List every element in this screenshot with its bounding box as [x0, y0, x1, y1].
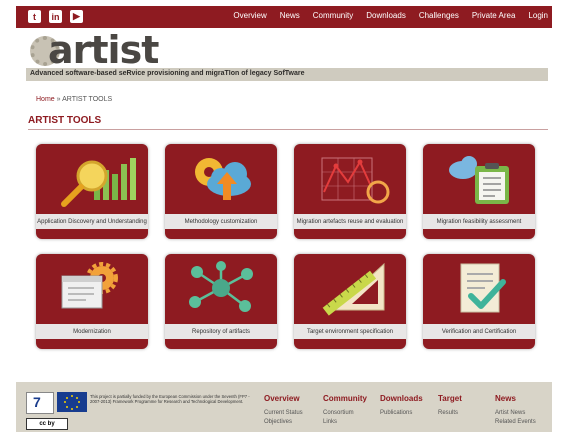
nav-downloads[interactable]: Downloads — [366, 11, 406, 20]
footer-heading[interactable]: News — [495, 394, 536, 403]
window-gear-icon — [61, 262, 118, 309]
top-navigation-bar: t in ▶ Overview News Community Downloads… — [16, 6, 552, 28]
footer-column-overview: Overview Current Status Objectives — [264, 394, 303, 427]
nav-news[interactable]: News — [280, 11, 300, 20]
logo-tagline-bar: Advanced software-based seRvice provisio… — [26, 68, 548, 81]
footer-link[interactable]: Current Status — [264, 409, 303, 418]
tile-label: Application Discovery and Understanding — [36, 214, 148, 229]
tile-label: Repository of artifacts — [165, 324, 277, 339]
main-nav: Overview News Community Downloads Challe… — [233, 11, 548, 20]
linkedin-icon[interactable]: in — [49, 10, 62, 23]
footer-column-news: News Artist News Related Events — [495, 394, 536, 427]
footer-link[interactable]: Publications — [380, 409, 423, 418]
tile-modernization[interactable]: Modernization — [36, 254, 148, 349]
tile-migration-feasibility[interactable]: Migration feasibility assessment — [423, 144, 535, 239]
footer-link[interactable]: Related Events — [495, 418, 536, 427]
tile-label: Methodology customization — [165, 214, 277, 229]
tile-label: Migration feasibility assessment — [423, 214, 535, 229]
fp7-logo: 7 — [26, 392, 54, 414]
document-check-icon — [460, 263, 506, 313]
nav-private-area[interactable]: Private Area — [472, 11, 516, 20]
footer-link[interactable]: Consortium — [323, 409, 367, 418]
cloud-upload-icon — [195, 158, 251, 200]
funding-notice: This project is partially funded by the … — [90, 394, 250, 404]
site-footer: 7 This project is partially funded by th… — [16, 382, 552, 432]
nav-overview[interactable]: Overview — [233, 11, 266, 20]
tile-application-discovery[interactable]: Application Discovery and Understanding — [36, 144, 148, 239]
nav-challenges[interactable]: Challenges — [419, 11, 459, 20]
footer-heading[interactable]: Community — [323, 394, 367, 403]
youtube-icon[interactable]: ▶ — [70, 10, 83, 23]
creative-commons-badge[interactable]: cc by — [26, 418, 68, 430]
tile-target-environment[interactable]: Target environment specification — [294, 254, 406, 349]
footer-heading[interactable]: Target — [438, 394, 462, 403]
tile-label: Target environment specification — [294, 324, 406, 339]
magnifier-chart-icon — [61, 158, 136, 207]
footer-heading[interactable]: Downloads — [380, 394, 423, 403]
breadcrumb: Home » ARTIST TOOLS — [36, 96, 112, 103]
tile-label: Modernization — [36, 324, 148, 339]
tile-label: Verification and Certification — [423, 324, 535, 339]
footer-heading[interactable]: Overview — [264, 394, 303, 403]
breadcrumb-home[interactable]: Home — [36, 96, 55, 103]
footer-link[interactable]: Artist News — [495, 409, 536, 418]
footer-column-target: Target Results — [438, 394, 462, 418]
site-logo[interactable]: artist Advanced software-based seRvice p… — [26, 28, 548, 82]
network-icon — [189, 261, 253, 312]
title-divider — [28, 129, 548, 130]
breadcrumb-separator: » — [54, 96, 63, 103]
eu-flag-icon — [57, 392, 87, 412]
tile-methodology-customization[interactable]: Methodology customization — [165, 144, 277, 239]
tile-migration-artefacts[interactable]: Migration artefacts reuse and evaluation — [294, 144, 406, 239]
ruler-triangle-icon — [322, 262, 385, 316]
nav-login[interactable]: Login — [528, 11, 548, 20]
tile-verification-certification[interactable]: Verification and Certification — [423, 254, 535, 349]
line-chart-icon — [321, 157, 390, 204]
tile-repository-of-artifacts[interactable]: Repository of artifacts — [165, 254, 277, 349]
footer-column-downloads: Downloads Publications — [380, 394, 423, 418]
twitter-icon[interactable]: t — [28, 10, 41, 23]
footer-link[interactable]: Objectives — [264, 418, 303, 427]
social-links: t in ▶ — [28, 10, 83, 23]
page-frame: t in ▶ Overview News Community Downloads… — [16, 0, 552, 432]
page-title: ARTIST TOOLS — [28, 115, 102, 126]
footer-link[interactable]: Results — [438, 409, 462, 418]
funding-logos: 7 — [26, 392, 87, 414]
clipboard-cloud-icon — [449, 156, 509, 204]
breadcrumb-current: ARTIST TOOLS — [62, 96, 113, 103]
logo-tagline: Advanced software-based seRvice provisio… — [30, 70, 305, 77]
footer-link[interactable]: Links — [323, 418, 367, 427]
tile-label: Migration artefacts reuse and evaluation — [294, 214, 406, 229]
logo-name: artist — [48, 28, 159, 72]
footer-column-community: Community Consortium Links — [323, 394, 367, 427]
nav-community[interactable]: Community — [313, 11, 353, 20]
